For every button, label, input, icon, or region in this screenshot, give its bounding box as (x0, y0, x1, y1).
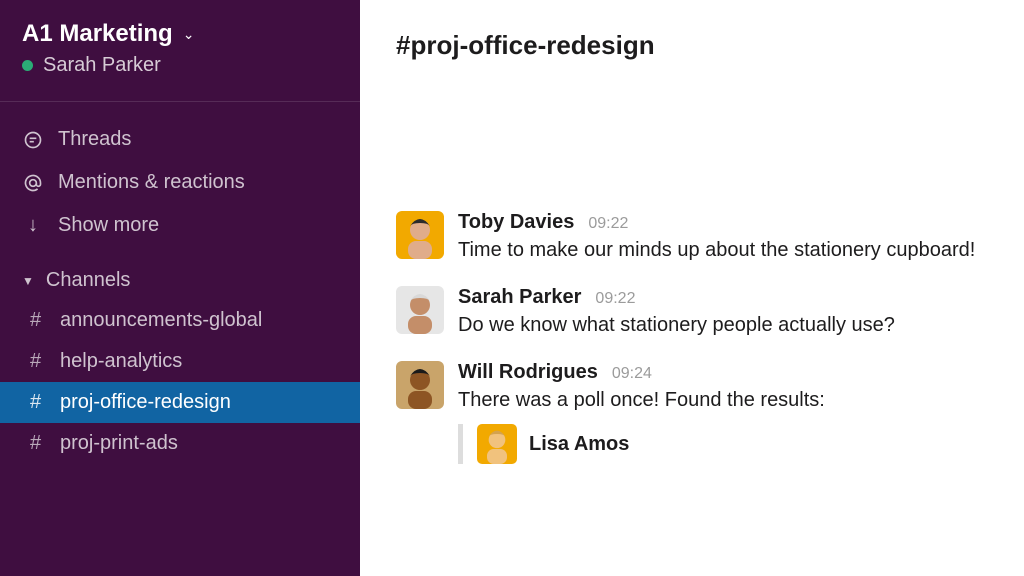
message-body: Toby Davies 09:22 Time to make our minds u… (458, 211, 988, 264)
main-panel: #proj-office-redesign Toby Davies 09:22 Ti… (360, 0, 1024, 576)
nav-show-more-label: Show more (58, 214, 159, 237)
message: Toby Davies 09:22 Time to make our minds u… (396, 211, 988, 264)
channel-label: proj-print-ads (60, 432, 178, 455)
avatar[interactable] (477, 424, 517, 464)
message-header: Toby Davies 09:22 (458, 211, 988, 234)
mentions-icon (22, 173, 44, 193)
nav-section: Threads Mentions & reactions ↓ Show more (0, 114, 360, 251)
channel-label: help-analytics (60, 350, 182, 373)
message-author[interactable]: Toby Davies (458, 211, 574, 234)
nav-mentions-label: Mentions & reactions (58, 171, 245, 194)
channel-list: # announcements-global # help-analytics # pro… (0, 300, 360, 464)
message-list: Toby Davies 09:22 Time to make our minds u… (360, 81, 1024, 464)
nested-author: Lisa Amos (529, 433, 629, 456)
hash-icon: # (30, 391, 48, 414)
avatar[interactable] (396, 211, 444, 259)
message-body: Sarah Parker 09:22 Do we know what station… (458, 286, 988, 339)
avatar[interactable] (396, 286, 444, 334)
hash-icon: # (30, 350, 48, 373)
message: Sarah Parker 09:22 Do we know what station… (396, 286, 988, 339)
nested-message[interactable]: Lisa Amos (458, 424, 988, 464)
nav-show-more[interactable]: ↓ Show more (0, 204, 360, 247)
current-user-name: Sarah Parker (43, 54, 161, 77)
nav-threads-label: Threads (58, 128, 131, 151)
message-text: Time to make our minds up about the stat… (458, 236, 988, 264)
chevron-down-icon: ⌄ (183, 26, 195, 43)
message-header: Will Rodrigues 09:24 (458, 361, 988, 384)
message-text: There was a poll once! Found the results… (458, 386, 988, 414)
current-user[interactable]: Sarah Parker (22, 54, 338, 77)
channel-title[interactable]: #proj-office-redesign (396, 30, 988, 61)
channel-item-proj-print-ads[interactable]: # proj-print-ads (0, 423, 360, 464)
avatar[interactable] (396, 361, 444, 409)
message-body: Will Rodrigues 09:24 There was a poll once… (458, 361, 988, 464)
nav-mentions[interactable]: Mentions & reactions (0, 161, 360, 204)
channel-label: proj-office-redesign (60, 391, 231, 414)
message-time: 09:22 (595, 290, 635, 308)
message-header: Sarah Parker 09:22 (458, 286, 988, 309)
message-text: Do we know what stationery people actual… (458, 311, 988, 339)
hash-icon: # (30, 309, 48, 332)
presence-indicator-icon (22, 60, 33, 71)
message-time: 09:24 (612, 365, 652, 383)
message: Will Rodrigues 09:24 There was a poll once… (396, 361, 988, 464)
channels-header[interactable]: ▼ Channels (0, 251, 360, 300)
message-author[interactable]: Sarah Parker (458, 286, 581, 309)
channel-item-help-analytics[interactable]: # help-analytics (0, 341, 360, 382)
hash-icon: # (30, 432, 48, 455)
channel-label: announcements-global (60, 309, 262, 332)
workspace-name: A1 Marketing (22, 20, 173, 48)
workspace-header[interactable]: A1 Marketing ⌄ Sarah Parker (0, 18, 360, 97)
arrow-down-icon: ↓ (22, 214, 44, 237)
threads-icon (22, 130, 44, 150)
channel-item-announcements-global[interactable]: # announcements-global (0, 300, 360, 341)
caret-down-icon: ▼ (22, 274, 34, 288)
channel-header: #proj-office-redesign (360, 0, 1024, 81)
divider (0, 101, 360, 102)
message-time: 09:22 (588, 215, 628, 233)
message-author[interactable]: Will Rodrigues (458, 361, 598, 384)
channels-header-label: Channels (46, 269, 131, 292)
nav-threads[interactable]: Threads (0, 118, 360, 161)
sidebar: A1 Marketing ⌄ Sarah Parker Threads Ment… (0, 0, 360, 576)
channel-item-proj-office-redesign[interactable]: # proj-office-redesign (0, 382, 360, 423)
